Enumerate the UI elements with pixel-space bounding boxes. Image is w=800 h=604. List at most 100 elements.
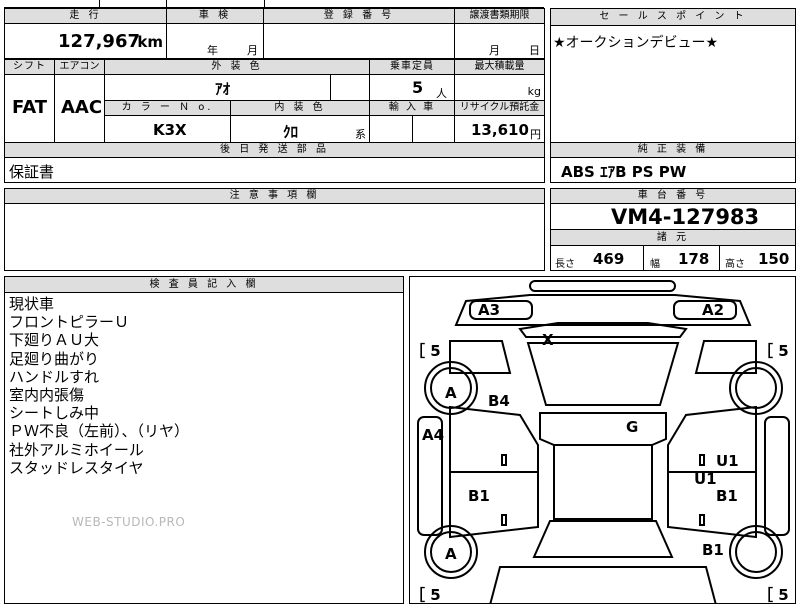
spec-height-label: 高さ xyxy=(725,259,745,270)
sales-point-text: ★オークションデビュー★ xyxy=(553,35,719,51)
damage-label-b1-rear-right: B1 xyxy=(702,541,724,559)
inspector-notes-cell: 現状車 フロントピラーＵ 下廻りＡＵ大 足廻り曲がり ハンドルすれ 室内内張傷 … xyxy=(4,292,404,604)
recycle-deposit-header: リサイクル預託金 xyxy=(454,100,545,116)
damage-label-a-front-left: A xyxy=(445,384,457,402)
capacity-unit: 人 xyxy=(436,87,447,100)
ac-cell: AAC xyxy=(54,74,105,143)
watermark: WEB-STUDIO.PRO xyxy=(72,515,186,529)
damage-label-g: G xyxy=(626,418,639,436)
damage-label-x: X xyxy=(542,331,554,349)
tire-tread-front-left: ［ 5 xyxy=(410,342,441,360)
registration-header: 登 録 番 号 xyxy=(263,8,455,24)
parts-header: 後 日 発 送 部 品 xyxy=(4,142,545,158)
mileage-cell: 127,967 km xyxy=(4,23,167,59)
exterior-color-header: 外 装 色 xyxy=(104,59,370,75)
recycle-deposit-unit: 円 xyxy=(530,128,541,141)
recycle-deposit-value: 13,610 xyxy=(471,121,529,139)
top-stub-strip xyxy=(4,0,544,8)
rear-body-outline xyxy=(489,566,717,603)
inspector-note-line: ハンドルすれ xyxy=(9,367,100,386)
interior-color-value: ｸﾛ xyxy=(283,123,299,141)
mileage-unit: km xyxy=(137,33,163,51)
ac-value: AAC xyxy=(61,97,103,118)
inspection-year: 年 xyxy=(207,44,218,57)
damage-label-b1-right: B1 xyxy=(716,487,738,505)
color-no-cell: K3X xyxy=(104,115,231,143)
tire-tread-rear-right: ［ 5 xyxy=(758,586,789,604)
exterior-color-extra xyxy=(330,74,370,101)
color-no-value: K3X xyxy=(153,121,187,139)
damage-label-a3: A3 xyxy=(478,301,501,319)
inspector-notes-list: 現状車 フロントピラーＵ 下廻りＡＵ大 足廻り曲がり ハンドルすれ 室内内張傷 … xyxy=(9,295,189,477)
spec-width-value: 178 xyxy=(678,250,710,268)
car-diagram-box: A3 A2 X ［ 5 ［ 5 A B4 A4 G U1 U1 B1 B1 A … xyxy=(409,276,796,604)
windshield-shape xyxy=(526,342,680,406)
spec-width-label: 幅 xyxy=(650,259,660,270)
mileage-value: 127,967 xyxy=(58,31,140,52)
inspector-note-line: 下廻りＡＵ大 xyxy=(9,331,100,350)
shift-cell: FAT xyxy=(4,74,55,143)
transfer-month: 月 xyxy=(489,44,500,57)
roof-shape xyxy=(539,412,667,446)
mileage-header: 走 行 xyxy=(4,8,167,24)
spec-height-cell: 高さ 150 xyxy=(719,245,796,271)
interior-color-header: 内 装 色 xyxy=(230,100,370,116)
shift-value: FAT xyxy=(12,97,48,118)
capacity-header: 乗車定員 xyxy=(369,59,455,75)
import-cell-2 xyxy=(412,115,455,143)
chassis-number-cell: VM4-127983 xyxy=(550,203,796,230)
inspector-note-line: 足廻り曲がり xyxy=(9,349,100,368)
parts-cell: 保証書 xyxy=(4,157,545,183)
shift-header: シフト xyxy=(4,59,55,75)
transfer-deadline-header: 譲渡書類期限 xyxy=(454,8,545,24)
inspector-note-line: スタッドレスタイヤ xyxy=(9,458,144,477)
color-no-header: カ ラ ー Ｎ o. xyxy=(104,100,231,116)
inspection-month: 月 xyxy=(247,44,258,57)
equipment-header: 純 正 装 備 xyxy=(550,142,796,158)
chassis-number-value: VM4-127983 xyxy=(611,205,760,229)
sales-point-cell: ★オークションデビュー★ xyxy=(550,25,796,143)
ac-header: エアコン xyxy=(54,59,105,75)
interior-color-suffix: 系 xyxy=(355,128,366,141)
inspector-note-line: 社外アルミホイール xyxy=(9,440,144,459)
exterior-color-value: ｱｵ xyxy=(215,80,231,98)
notes-header: 注 意 事 項 欄 xyxy=(4,188,545,204)
inspection-header: 車 検 xyxy=(166,8,264,24)
capacity-value: 5 xyxy=(412,78,424,97)
registration-cell xyxy=(263,23,455,59)
inspector-note-line: シートしみ中 xyxy=(9,404,100,423)
left-front-fender xyxy=(449,340,512,374)
exterior-color-cell: ｱｵ xyxy=(104,74,331,101)
recycle-deposit-cell: 13,610 円 xyxy=(454,115,545,143)
roof-panel xyxy=(553,444,653,520)
interior-color-cell: ｸﾛ 系 xyxy=(230,115,370,143)
inspector-note-line: 室内内張傷 xyxy=(9,386,85,405)
front-bumper-shape xyxy=(529,280,676,292)
spec-length-cell: 長さ 469 xyxy=(550,245,644,271)
specs-header: 諸 元 xyxy=(550,229,796,246)
notes-cell xyxy=(4,203,545,271)
import-header: 輸 入 車 xyxy=(369,100,455,116)
spec-width-cell: 幅 178 xyxy=(643,245,720,271)
import-cell-1 xyxy=(369,115,413,143)
inspection-cell: 年 月 xyxy=(166,23,264,59)
max-load-unit: kg xyxy=(527,85,541,98)
inspector-note-line: 現状車 xyxy=(9,295,55,313)
transfer-day: 日 xyxy=(529,44,540,57)
tire-tread-rear-left: ［ 5 xyxy=(410,586,441,604)
damage-label-a2: A2 xyxy=(702,301,725,319)
transfer-deadline-cell: 月 日 xyxy=(454,23,545,59)
inspector-note-line: ＰＷ不良（左前）、（リヤ） xyxy=(9,422,190,441)
max-load-header: 最大積載量 xyxy=(454,59,545,75)
equipment-cell: ABS ｴｱB PS PW xyxy=(550,157,796,183)
inspector-note-line: フロントピラーＵ xyxy=(9,313,130,332)
equipment-value: ABS ｴｱB PS PW xyxy=(561,163,687,181)
rear-window-shape xyxy=(532,520,674,558)
damage-label-a-rear-left: A xyxy=(445,545,457,563)
tire-tread-front-right: ［ 5 xyxy=(758,342,789,360)
spec-length-value: 469 xyxy=(593,250,625,268)
damage-label-b1-left: B1 xyxy=(468,487,490,505)
damage-label-a4: A4 xyxy=(422,426,445,444)
spec-height-value: 150 xyxy=(758,250,790,268)
parts-value: 保証書 xyxy=(9,163,55,181)
